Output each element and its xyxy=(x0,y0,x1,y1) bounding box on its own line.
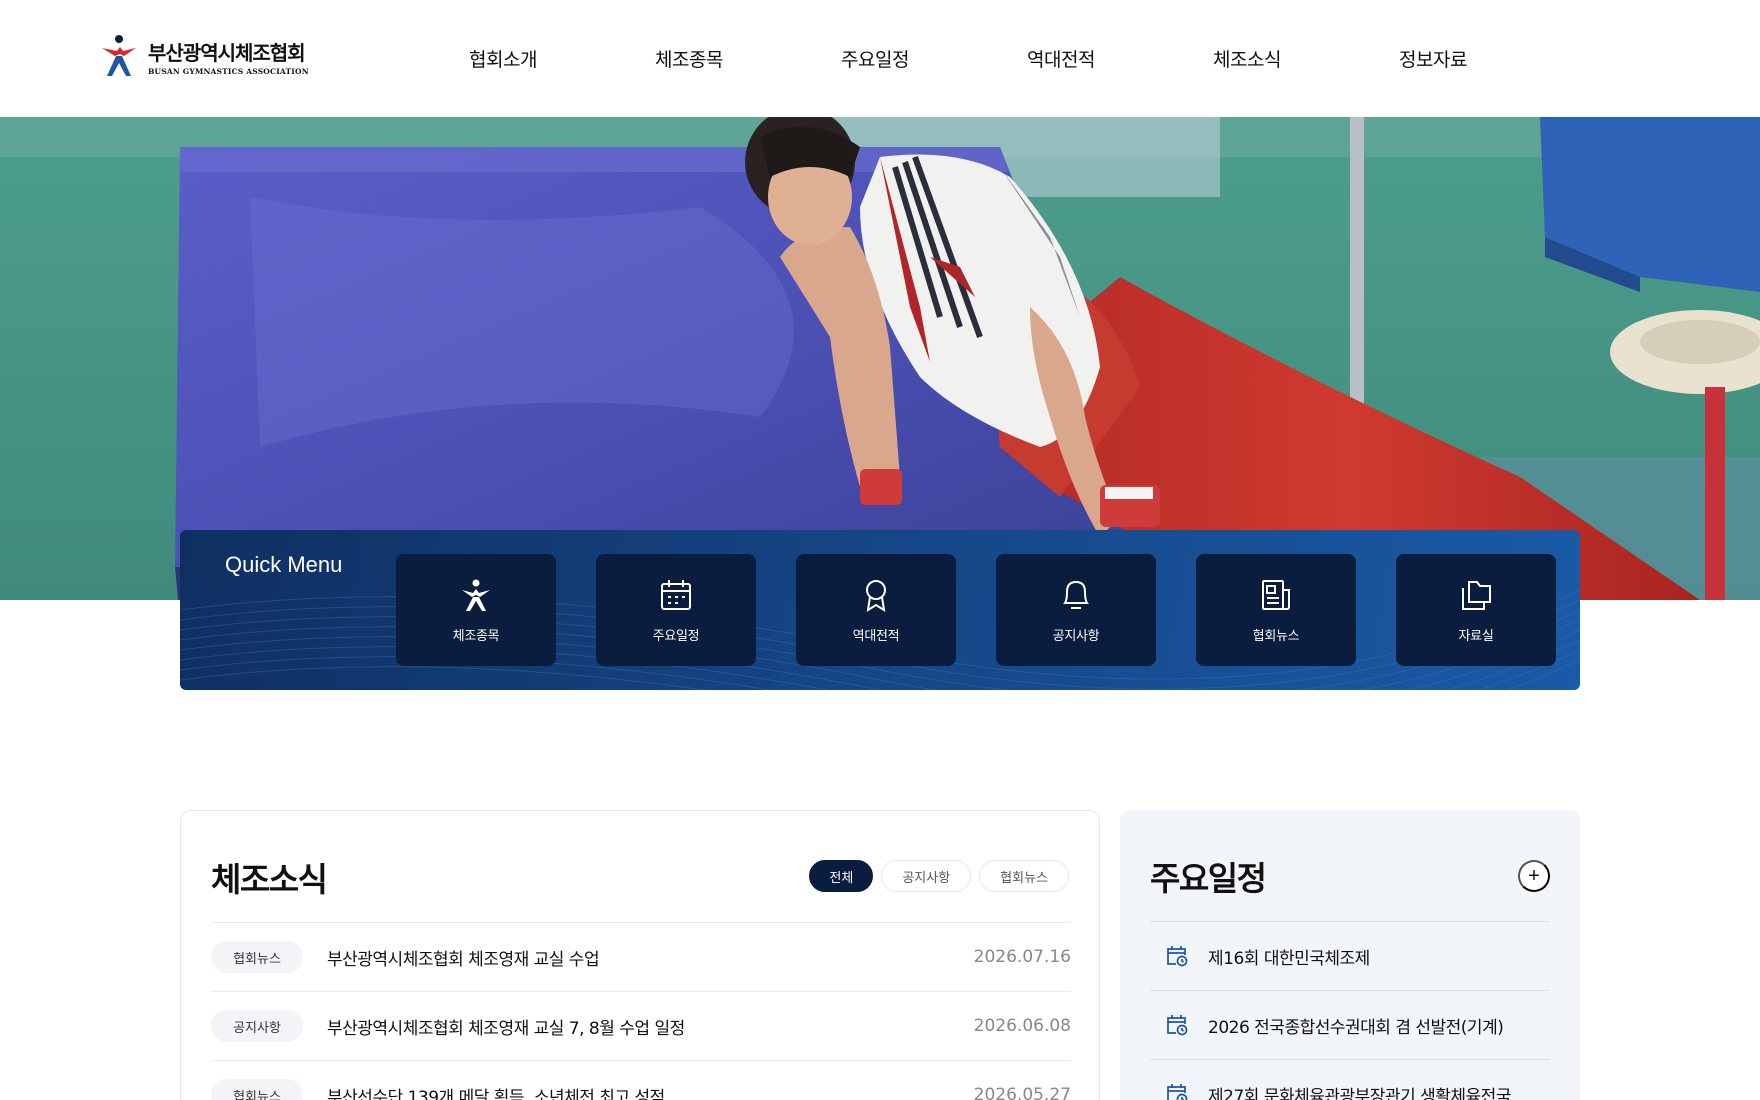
logo-name-ko: 부산광역시체조협회 xyxy=(148,40,306,65)
quick-item-records[interactable]: 역대전적 xyxy=(796,554,956,666)
site-logo[interactable]: 부산광역시체조협회 BUSAN GYMNASTICS ASSOCIATION xyxy=(100,34,309,78)
news-item-date: 2026.06.08 xyxy=(973,1016,1071,1036)
schedule-list: 제16회 대한민국체조제 2026 전국종합선수권대회 겸 선발전(기계) 제2… xyxy=(1150,921,1550,1100)
news-item-title[interactable]: 부산선수단 139개 메달 획득, 소년체전 최고 성적 xyxy=(327,1083,974,1100)
quick-menu-title: Quick Menu xyxy=(225,552,343,577)
news-list-item[interactable]: 협회뉴스 부산광역시체조협회 체조영재 교실 수업 2026.07.16 xyxy=(211,923,1071,992)
nav-item-schedule[interactable]: 주요일정 xyxy=(782,0,968,117)
quick-item-archive[interactable]: 자료실 xyxy=(1396,554,1556,666)
folder-icon xyxy=(1458,577,1494,613)
schedule-item-title: 제16회 대한민국체조제 xyxy=(1208,948,1370,969)
quick-item-label: 주요일정 xyxy=(652,628,700,644)
quick-item-association-news[interactable]: 협회뉴스 xyxy=(1196,554,1356,666)
nav-item-disciplines[interactable]: 체조종목 xyxy=(596,0,782,117)
quick-item-label: 역대전적 xyxy=(852,628,900,644)
newspaper-icon xyxy=(1258,577,1294,613)
nav-item-resources[interactable]: 정보자료 xyxy=(1340,0,1526,117)
nav-item-records[interactable]: 역대전적 xyxy=(968,0,1154,117)
calendar-clock-icon xyxy=(1167,1084,1188,1100)
news-category-badge: 협회뉴스 xyxy=(211,1079,303,1100)
quick-menu-items: 체조종목 주요일정 역대전적 공지사항 협회뉴스 자료실 xyxy=(396,554,1556,666)
news-card: 체조소식 전체 공지사항 협회뉴스 협회뉴스 부산광역시체조협회 체조영재 교실… xyxy=(180,810,1100,1100)
calendar-icon xyxy=(658,577,694,613)
tab-all[interactable]: 전체 xyxy=(809,860,874,892)
schedule-more-button[interactable]: + xyxy=(1518,860,1550,892)
news-item-date: 2026.07.16 xyxy=(973,947,1071,967)
calendar-clock-icon xyxy=(1167,1015,1188,1036)
schedule-list-item[interactable]: 2026 전국종합선수권대회 겸 선발전(기계) xyxy=(1150,991,1550,1060)
news-category-badge: 공지사항 xyxy=(211,1010,303,1042)
quick-item-label: 체조종목 xyxy=(452,628,500,644)
schedule-list-item[interactable]: 제16회 대한민국체조제 xyxy=(1150,922,1550,991)
news-title: 체조소식 xyxy=(211,860,328,899)
news-item-title[interactable]: 부산광역시체조협회 체조영재 교실 7, 8월 수업 일정 xyxy=(327,1014,974,1039)
news-category-badge: 협회뉴스 xyxy=(211,941,303,973)
medal-icon xyxy=(858,577,894,613)
schedule-card: 주요일정 + 제16회 대한민국체조제 2026 전국종합선수권대회 겸 선발전… xyxy=(1120,810,1580,1100)
schedule-item-title: 제27회 문화체육관광부장관기 생활체육전국 xyxy=(1208,1086,1511,1100)
hero-gymnast-image xyxy=(0,117,1760,600)
news-tabs: 전체 공지사항 협회뉴스 xyxy=(809,860,1069,892)
bell-icon xyxy=(1058,577,1094,613)
news-list-item[interactable]: 공지사항 부산광역시체조협회 체조영재 교실 7, 8월 수업 일정 2026.… xyxy=(211,992,1071,1061)
schedule-title: 주요일정 xyxy=(1150,859,1267,898)
quick-item-label: 공지사항 xyxy=(1052,628,1100,644)
news-item-title[interactable]: 부산광역시체조협회 체조영재 교실 수업 xyxy=(327,945,974,970)
calendar-clock-icon xyxy=(1167,946,1188,967)
hero-banner xyxy=(0,117,1760,600)
logo-mark-icon xyxy=(102,35,136,76)
nav-item-news[interactable]: 체조소식 xyxy=(1154,0,1340,117)
quick-item-label: 자료실 xyxy=(1458,628,1494,644)
tab-notice[interactable]: 공지사항 xyxy=(881,860,972,892)
quick-item-disciplines[interactable]: 체조종목 xyxy=(396,554,556,666)
site-header: 부산광역시체조협회 BUSAN GYMNASTICS ASSOCIATION 협… xyxy=(0,0,1760,117)
gymnast-icon xyxy=(458,577,494,613)
logo-name-en: BUSAN GYMNASTICS ASSOCIATION xyxy=(148,66,309,76)
schedule-item-title: 2026 전국종합선수권대회 겸 선발전(기계) xyxy=(1208,1017,1504,1038)
main-nav: 협회소개 체조종목 주요일정 역대전적 체조소식 정보자료 xyxy=(410,0,1526,117)
news-list: 협회뉴스 부산광역시체조협회 체조영재 교실 수업 2026.07.16 공지사… xyxy=(211,922,1071,1100)
nav-item-about[interactable]: 협회소개 xyxy=(410,0,596,117)
quick-menu: Quick Menu 체조종목 주요일정 역대전적 공지사항 협회뉴스 자료실 xyxy=(180,530,1580,690)
quick-item-label: 협회뉴스 xyxy=(1252,628,1300,644)
news-list-item[interactable]: 협회뉴스 부산선수단 139개 메달 획득, 소년체전 최고 성적 2026.0… xyxy=(211,1061,1071,1100)
quick-item-schedule[interactable]: 주요일정 xyxy=(596,554,756,666)
quick-item-notice[interactable]: 공지사항 xyxy=(996,554,1156,666)
schedule-list-item[interactable]: 제27회 문화체육관광부장관기 생활체육전국 xyxy=(1150,1060,1550,1100)
news-item-date: 2026.05.27 xyxy=(973,1085,1071,1100)
tab-association-news[interactable]: 협회뉴스 xyxy=(979,860,1069,892)
